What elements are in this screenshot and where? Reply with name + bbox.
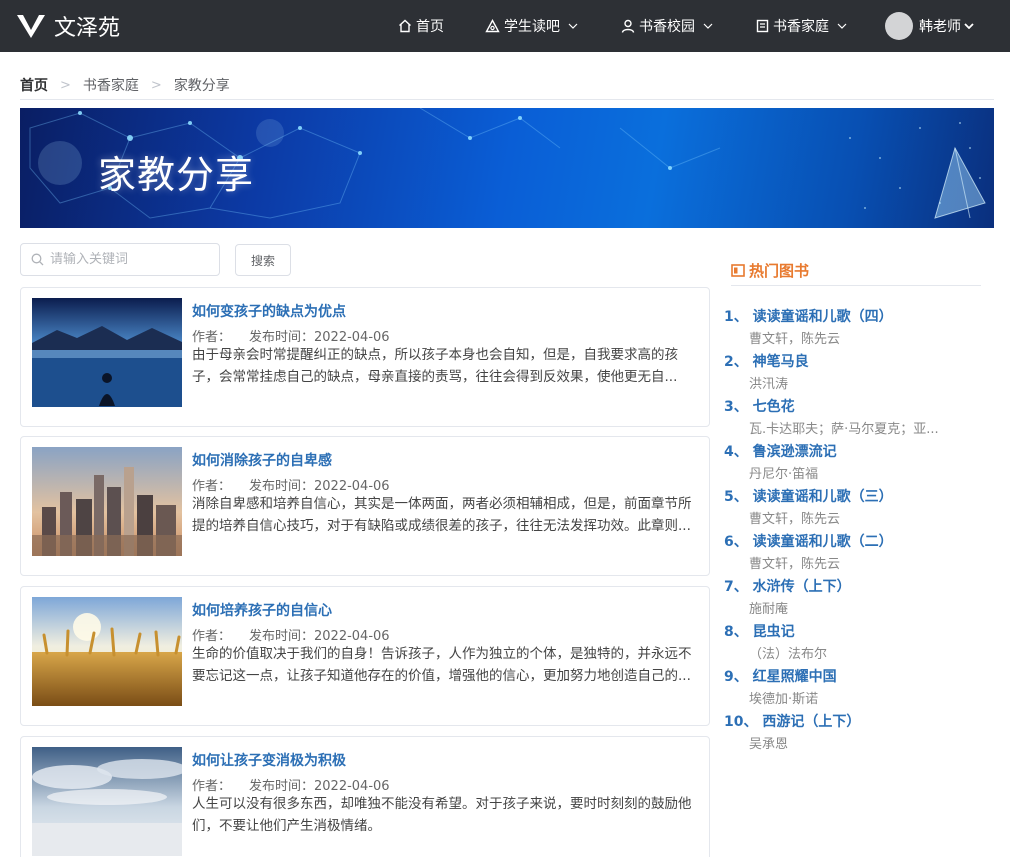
nav-home-label: 首页 xyxy=(416,19,444,35)
nav-student-reading[interactable]: 学生读吧 xyxy=(485,0,582,52)
hot-book-item[interactable]: 4、 鲁滨逊漂流记 丹尼尔·笛福 xyxy=(724,441,984,482)
hot-book-item[interactable]: 3、 七色花 瓦.卡达耶夫；萨·马尔夏克；亚... xyxy=(724,396,984,437)
breadcrumb-home[interactable]: 首页 xyxy=(20,75,48,95)
article-date: 发布时间：2022-04-06 xyxy=(249,479,390,494)
hot-book-author: 曹文轩，陈先云 xyxy=(749,512,841,527)
hot-book-item[interactable]: 10、 西游记（上下） 吴承恩 xyxy=(724,711,984,752)
hot-book-item[interactable]: 6、 读读童谣和儿歌（二） 曹文轩，陈先云 xyxy=(724,531,984,572)
article-summary: 由于母亲会时常提醒纠正的缺点，所以孩子本身也会自知，但是，自我要求高的孩子，会常… xyxy=(192,347,678,385)
breadcrumb-family[interactable]: 书香家庭 xyxy=(83,75,139,95)
hot-book-author: 瓦.卡达耶夫；萨·马尔夏克；亚... xyxy=(749,422,939,437)
hot-book-author: 施耐庵 xyxy=(749,602,789,617)
hot-book-author: （法）法布尔 xyxy=(749,647,828,662)
article-card[interactable]: 如何变孩子的缺点为优点 作者： 发布时间：2022-04-06 由于母亲会时常提醒… xyxy=(20,287,710,427)
hot-book-title[interactable]: 6、 读读童谣和儿歌（二） xyxy=(724,531,984,551)
hot-books-divider xyxy=(731,285,981,286)
article-summary: 生命的价值取决于我们的自身！告诉孩子，人作为独立的个体，是独特的，并永远不要忘记… xyxy=(192,646,692,684)
hot-book-title[interactable]: 8、 昆虫记 xyxy=(724,621,984,641)
hot-book-author: 埃德加·斯诺 xyxy=(749,692,819,707)
article-thumbnail[interactable] xyxy=(32,447,182,556)
chevron-down-icon xyxy=(964,23,974,29)
article-meta: 作者： 发布时间：2022-04-06 xyxy=(192,326,390,345)
hot-book-item[interactable]: 8、 昆虫记 （法）法布尔 xyxy=(724,621,984,662)
hot-book-author: 吴承恩 xyxy=(749,737,789,752)
nav-student-reading-label: 学生读吧 xyxy=(504,19,560,35)
article-author-label: 作者： xyxy=(192,629,232,644)
chevron-down-icon xyxy=(703,23,713,29)
banner: 家教分享 xyxy=(20,108,994,228)
article-meta: 作者： 发布时间：2022-04-06 xyxy=(192,475,390,494)
nav-school[interactable]: 书香校园 xyxy=(621,0,717,52)
article-thumbnail[interactable] xyxy=(32,597,182,706)
avatar xyxy=(885,12,913,40)
hot-book-title[interactable]: 3、 七色花 xyxy=(724,396,984,416)
search-box xyxy=(20,243,220,276)
article-author-label: 作者： xyxy=(192,330,232,345)
hot-book-item[interactable]: 9、 红星照耀中国 埃德加·斯诺 xyxy=(724,666,984,707)
nav-home[interactable]: 首页 xyxy=(398,0,444,52)
nav-school-label: 书香校园 xyxy=(639,19,695,35)
article-author-label: 作者： xyxy=(192,779,232,794)
hot-book-title[interactable]: 5、 读读童谣和儿歌（三） xyxy=(724,486,984,506)
article-title[interactable]: 如何变孩子的缺点为优点 xyxy=(192,301,346,321)
hot-book-item[interactable]: 5、 读读童谣和儿歌（三） 曹文轩，陈先云 xyxy=(724,486,984,527)
article-date: 发布时间：2022-04-06 xyxy=(249,629,390,644)
logo[interactable]: 文泽苑 xyxy=(16,10,120,42)
hot-book-author: 丹尼尔·笛福 xyxy=(749,467,819,482)
hot-books-title: 热门图书 xyxy=(749,262,810,280)
article-author-label: 作者： xyxy=(192,479,232,494)
breadcrumb-separator-icon: > xyxy=(60,77,71,93)
article-card[interactable]: 如何让孩子变消极为积极 作者： 发布时间：2022-04-06 人生可以没有很多东… xyxy=(20,736,710,857)
article-title[interactable]: 如何消除孩子的自卑感 xyxy=(192,450,332,470)
breadcrumb-divider xyxy=(20,99,994,100)
hot-books-heading: 热门图书 xyxy=(731,260,809,281)
triangle-icon xyxy=(485,19,500,33)
article-summary: 人生可以没有很多东西，却唯独不能没有希望。对于孩子来说，要时时刻刻的鼓励他们，不… xyxy=(192,796,692,834)
search-icon xyxy=(31,253,44,266)
hot-book-item[interactable]: 1、 读读童谣和儿歌（四） 曹文轩，陈先云 xyxy=(724,306,984,347)
book-icon xyxy=(756,19,769,33)
home-icon xyxy=(399,19,411,33)
chevron-down-icon xyxy=(837,23,847,29)
article-date: 发布时间：2022-04-06 xyxy=(249,330,390,345)
hot-book-icon xyxy=(731,264,745,277)
article-title[interactable]: 如何培养孩子的自信心 xyxy=(192,600,332,620)
article-meta: 作者： 发布时间：2022-04-06 xyxy=(192,625,390,644)
hot-book-title[interactable]: 7、 水浒传（上下） xyxy=(724,576,984,596)
breadcrumb-separator-icon: > xyxy=(150,77,162,93)
hot-book-author: 曹文轩，陈先云 xyxy=(749,332,841,347)
user-icon xyxy=(621,19,635,33)
article-summary: 消除自卑感和培养自信心，其实是一体两面，两者必须相辅相成，但是，前面章节所提的培… xyxy=(192,496,692,534)
article-card[interactable]: 如何培养孩子的自信心 作者： 发布时间：2022-04-06 生命的价值取决于我们… xyxy=(20,586,710,726)
user-menu[interactable]: 韩老师 xyxy=(885,0,978,52)
article-thumbnail[interactable] xyxy=(32,747,182,856)
banner-title: 家教分享 xyxy=(98,153,255,197)
hot-book-title[interactable]: 2、 神笔马良 xyxy=(724,351,984,371)
hot-book-title[interactable]: 1、 读读童谣和儿歌（四） xyxy=(724,306,984,326)
breadcrumb-current: 家教分享 xyxy=(173,78,230,94)
hot-book-item[interactable]: 7、 水浒传（上下） 施耐庵 xyxy=(724,576,984,617)
hot-book-title[interactable]: 9、 红星照耀中国 xyxy=(724,666,984,686)
user-name: 韩老师 xyxy=(919,19,961,35)
hot-book-item[interactable]: 2、 神笔马良 洪汛涛 xyxy=(724,351,984,392)
article-card[interactable]: 如何消除孩子的自卑感 作者： 发布时间：2022-04-06 消除自卑感和培养自信… xyxy=(20,436,710,576)
search-input[interactable] xyxy=(50,252,200,267)
article-title[interactable]: 如何让孩子变消极为积极 xyxy=(192,750,346,770)
logo-v-icon xyxy=(17,15,45,38)
hot-book-author: 曹文轩，陈先云 xyxy=(749,557,841,572)
chevron-down-icon xyxy=(568,23,578,29)
breadcrumb: 首页 > 书香家庭 > 家教分享 xyxy=(20,75,230,95)
logo-text: 文泽苑 xyxy=(54,16,121,41)
hot-book-title[interactable]: 4、 鲁滨逊漂流记 xyxy=(724,441,984,461)
search-button[interactable]: 搜索 xyxy=(235,244,291,276)
article-meta: 作者： 发布时间：2022-04-06 xyxy=(192,775,390,794)
hot-book-title[interactable]: 10、 西游记（上下） xyxy=(724,711,984,731)
article-date: 发布时间：2022-04-06 xyxy=(249,779,390,794)
nav-family[interactable]: 书香家庭 xyxy=(756,0,851,52)
article-thumbnail[interactable] xyxy=(32,298,182,407)
top-navbar: 文泽苑 首页 学生读吧 书香校园 书香家庭 韩老师 xyxy=(0,0,1010,52)
nav-family-label: 书香家庭 xyxy=(773,19,829,35)
hot-book-author: 洪汛涛 xyxy=(749,377,789,392)
